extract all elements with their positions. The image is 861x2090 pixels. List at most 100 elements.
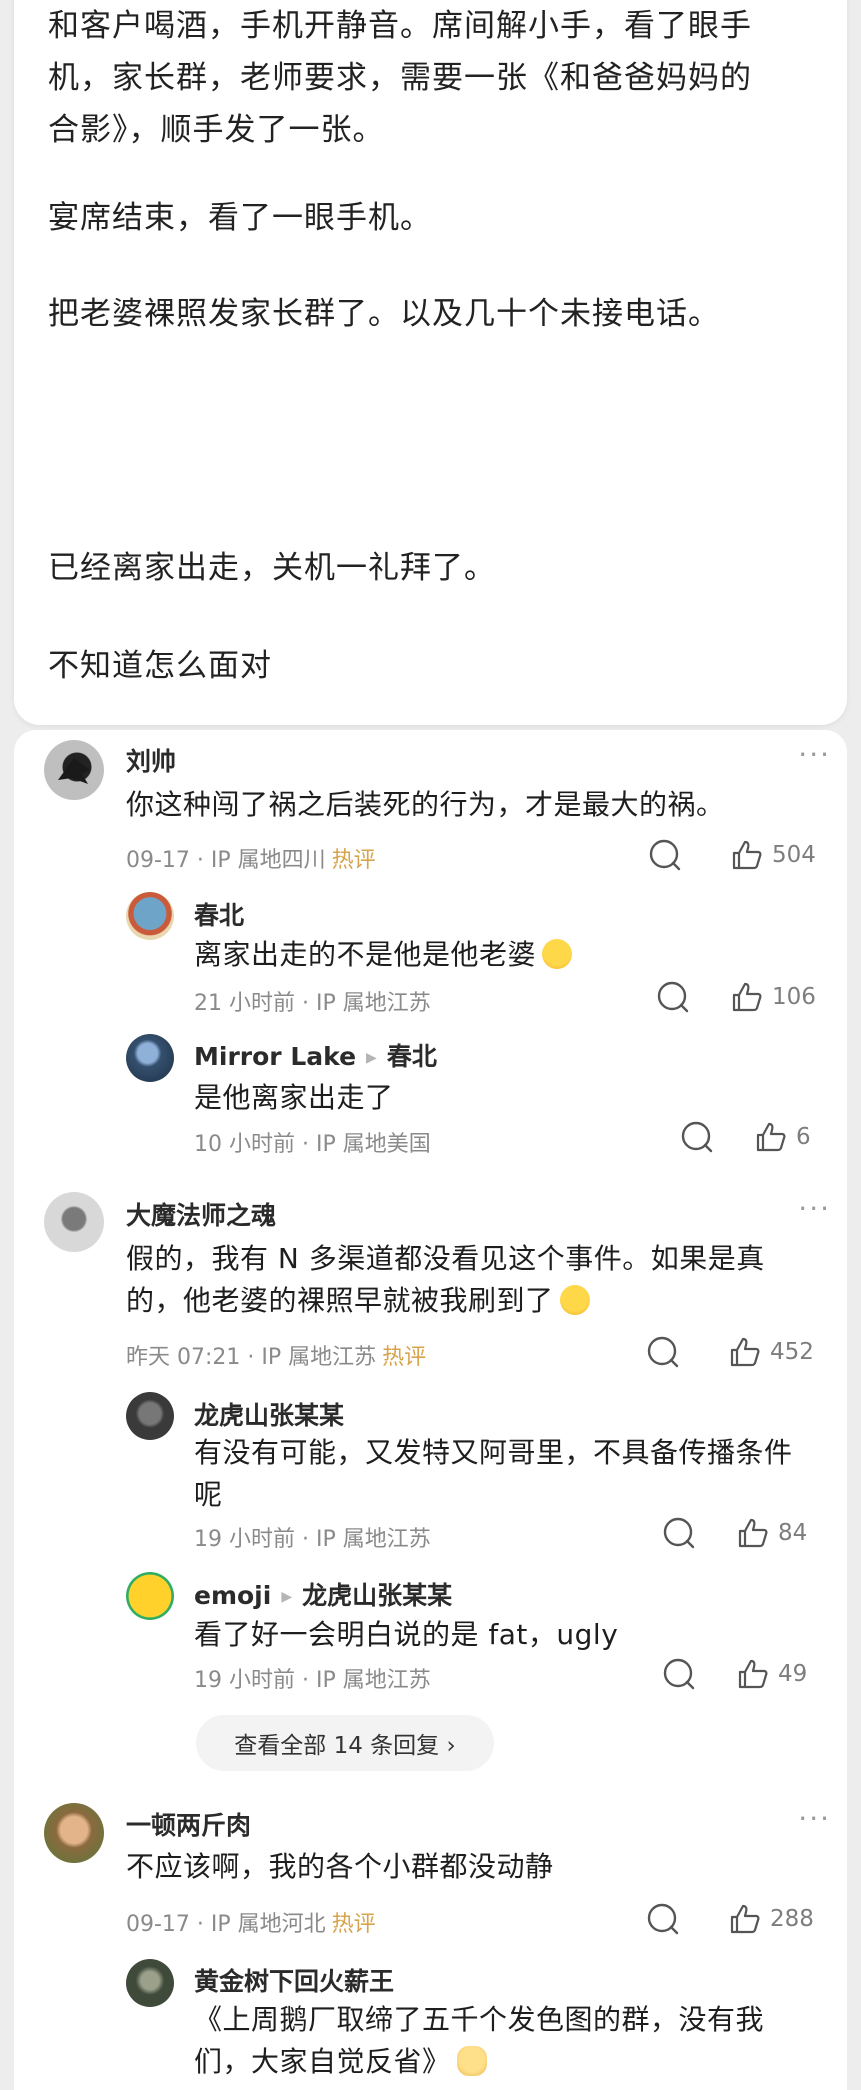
- reply-username-text: emoji: [194, 1581, 272, 1610]
- cat-emoji-icon: [456, 2046, 487, 2076]
- reply-meta: 19 小时前 · IP 属地江苏: [194, 1527, 431, 1552]
- reply-icon[interactable]: [662, 1657, 696, 1691]
- post-paragraph: 宴席结束，看了一眼手机。: [48, 200, 432, 236]
- reply-actions: 6: [680, 1120, 811, 1154]
- avatar[interactable]: [44, 740, 104, 800]
- hot-badge: 热评: [382, 1345, 427, 1370]
- reply-actions: 84: [662, 1516, 807, 1550]
- comment-text-line: 假的，我有 N 多渠道都没看见这个事件。如果是真: [126, 1242, 765, 1275]
- comment-actions: 452: [646, 1335, 814, 1369]
- comment-meta: 昨天 07:21 · IP 属地江苏 热评: [126, 1339, 426, 1371]
- reply-username[interactable]: emoji ▶ 龙虎山张某某: [194, 1576, 452, 1612]
- avatar[interactable]: [126, 1572, 174, 1620]
- reply-text-line: 有没有可能，又发特又阿哥里，不具备传播条件: [194, 1436, 793, 1469]
- comment-text-line: 的，他老婆的裸照早就被我刷到了: [126, 1284, 554, 1317]
- reply-icon[interactable]: [680, 1120, 714, 1154]
- like-count: 452: [770, 1339, 814, 1365]
- post-paragraph: 不知道怎么面对: [48, 648, 272, 684]
- post-paragraph: 已经离家出走，关机一礼拜了。: [48, 550, 496, 586]
- reply-text: 看了好一会明白说的是 fat，ugly: [194, 1618, 619, 1651]
- like-button[interactable]: 49: [736, 1657, 807, 1691]
- comment-meta: 09-17 · IP 属地河北 热评: [126, 1906, 376, 1938]
- reply-arrow-icon: ▶: [281, 1589, 293, 1605]
- thumbs-up-icon: [756, 1122, 786, 1152]
- comment-text: 假的，我有 N 多渠道都没看见这个事件。如果是真 的，他老婆的裸照早就被我刷到了: [126, 1238, 816, 1322]
- reply-username[interactable]: Mirror Lake ▶ 春北: [194, 1037, 437, 1073]
- comment-time: 09-17 · IP 属地四川: [126, 848, 326, 873]
- reply-text-line: 呢: [194, 1478, 223, 1511]
- like-button[interactable]: 288: [728, 1902, 814, 1936]
- reply-meta: 19 小时前 · IP 属地江苏: [194, 1668, 431, 1693]
- reply-icon[interactable]: [646, 1335, 680, 1369]
- avatar[interactable]: [126, 892, 174, 940]
- comment-meta: 09-17 · IP 属地四川 热评: [126, 842, 376, 874]
- reply-icon[interactable]: [662, 1516, 696, 1550]
- post-card: 和客户喝酒，手机开静音。席间解小手，看了眼手 机，家长群，老师要求，需要一张《和…: [14, 0, 847, 725]
- reply-username[interactable]: 春北: [194, 896, 244, 932]
- reply-meta: 10 小时前 · IP 属地美国: [194, 1132, 431, 1157]
- post-line: 机，家长群，老师要求，需要一张《和爸爸妈妈的: [48, 60, 752, 96]
- reply-text: 是他离家出走了: [194, 1081, 394, 1114]
- avatar[interactable]: [126, 1392, 174, 1440]
- comment-text: 你这种闯了祸之后装死的行为，才是最大的祸。: [126, 788, 725, 821]
- comment-actions: 288: [646, 1902, 814, 1936]
- like-button[interactable]: 504: [730, 838, 816, 872]
- thumbs-up-icon: [732, 840, 762, 870]
- reply-to-username[interactable]: 龙虎山张某某: [302, 1581, 452, 1610]
- reply-text: 《上周鹅厂取缔了五千个发色图的群，没有我 们，大家自觉反省》: [194, 1999, 814, 2083]
- reply-to-username[interactable]: 春北: [387, 1042, 437, 1071]
- reply-actions: 49: [662, 1657, 807, 1691]
- avatar[interactable]: [44, 1192, 104, 1252]
- reply-text-line: 们，大家自觉反省》: [194, 2045, 451, 2078]
- comment-username[interactable]: 刘帅: [126, 742, 176, 778]
- comment-username[interactable]: 一顿两斤肉: [126, 1806, 251, 1842]
- reply-meta: 21 小时前 · IP 属地江苏: [194, 991, 431, 1016]
- thumbs-up-icon: [738, 1659, 768, 1689]
- reply-username[interactable]: 龙虎山张某某: [194, 1396, 344, 1432]
- reply-icon[interactable]: [648, 838, 682, 872]
- reply-text-line: 《上周鹅厂取缔了五千个发色图的群，没有我: [194, 2003, 765, 2036]
- avatar[interactable]: [126, 1034, 174, 1082]
- post-paragraph: 把老婆裸照发家长群了。以及几十个未接电话。: [48, 296, 720, 332]
- like-count: 106: [772, 984, 816, 1010]
- like-count: 6: [796, 1124, 811, 1150]
- thumbs-up-icon: [732, 982, 762, 1012]
- like-button[interactable]: 6: [754, 1120, 811, 1154]
- thumbs-up-icon: [730, 1904, 760, 1934]
- like-button[interactable]: 84: [736, 1516, 807, 1550]
- reply-arrow-icon: ▶: [366, 1050, 377, 1066]
- reply-username[interactable]: 黄金树下回火薪王: [194, 1962, 394, 1998]
- comment-text: 不应该啊，我的各个小群都没动静: [126, 1850, 554, 1883]
- like-count: 84: [778, 1520, 808, 1546]
- avatar[interactable]: [126, 1959, 174, 2007]
- laugh-cry-emoji-icon: [542, 939, 573, 969]
- reply-icon[interactable]: [656, 980, 690, 1014]
- post-paragraph: 和客户喝酒，手机开静音。席间解小手，看了眼手 机，家长群，老师要求，需要一张《和…: [48, 0, 817, 156]
- comment-time: 昨天 07:21 · IP 属地江苏: [126, 1345, 377, 1370]
- thumbs-up-icon: [738, 1518, 768, 1548]
- thumbs-up-icon: [730, 1337, 760, 1367]
- reply-text: 有没有可能，又发特又阿哥里，不具备传播条件 呢: [194, 1432, 814, 1516]
- reply-icon[interactable]: [646, 1902, 680, 1936]
- like-button[interactable]: 106: [730, 980, 816, 1014]
- view-all-replies-button[interactable]: 查看全部 14 条回复 ›: [196, 1715, 494, 1771]
- like-count: 288: [770, 1906, 814, 1932]
- reply-username-text: Mirror Lake: [194, 1042, 357, 1071]
- comment-actions: 504: [648, 838, 816, 872]
- avatar[interactable]: [44, 1803, 104, 1863]
- like-button[interactable]: 452: [728, 1335, 814, 1369]
- like-count: 504: [772, 842, 816, 868]
- post-line: 合影》，顺手发了一张。: [48, 112, 385, 148]
- comment-time: 09-17 · IP 属地河北: [126, 1912, 326, 1937]
- more-options-icon[interactable]: ···: [798, 738, 831, 771]
- reply-actions: 106: [656, 980, 816, 1014]
- comment-username[interactable]: 大魔法师之魂: [126, 1196, 276, 1232]
- reply-text: 离家出走的不是他是他老婆: [194, 934, 573, 976]
- like-count: 49: [778, 1661, 808, 1687]
- reply-text-line: 离家出走的不是他是他老婆: [194, 938, 537, 971]
- more-options-icon[interactable]: ···: [798, 1192, 831, 1225]
- hot-badge: 热评: [331, 1912, 376, 1937]
- hot-badge: 热评: [331, 848, 376, 873]
- more-options-icon[interactable]: ···: [798, 1802, 831, 1835]
- post-line: 和客户喝酒，手机开静音。席间解小手，看了眼手: [48, 8, 752, 44]
